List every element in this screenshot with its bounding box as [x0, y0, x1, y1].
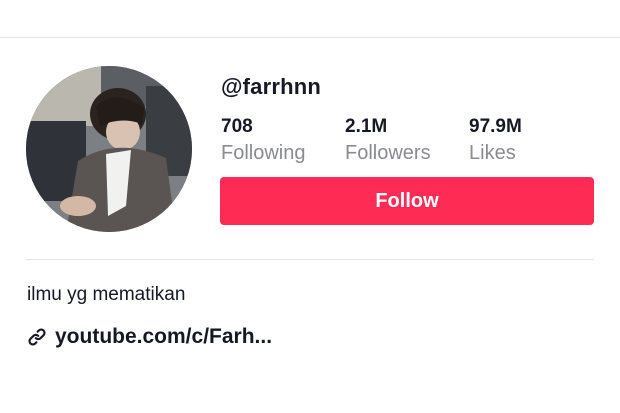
profile-bio: ilmu yg mematikan: [27, 284, 186, 305]
link-icon: [27, 327, 47, 347]
stat-label: Likes: [469, 142, 516, 164]
follow-button[interactable]: Follow: [220, 177, 594, 225]
stat-label: Followers: [345, 142, 431, 164]
top-divider: [0, 37, 620, 38]
avatar[interactable]: [26, 66, 192, 232]
stat-value: 708: [221, 116, 253, 137]
stat-label: Following: [221, 142, 306, 164]
stat-value: 2.1M: [345, 116, 388, 137]
section-divider: [26, 259, 594, 260]
profile-link[interactable]: youtube.com/c/Farh...: [27, 325, 272, 349]
stat-following[interactable]: 708 Following: [221, 116, 305, 166]
profile-link-text: youtube.com/c/Farh...: [55, 325, 273, 348]
profile-username: @farrhnn: [221, 74, 322, 99]
stat-followers[interactable]: 2.1M Followers: [345, 116, 431, 166]
stat-value: 97.9M: [469, 116, 522, 137]
stat-likes: 97.9M Likes: [469, 116, 522, 166]
